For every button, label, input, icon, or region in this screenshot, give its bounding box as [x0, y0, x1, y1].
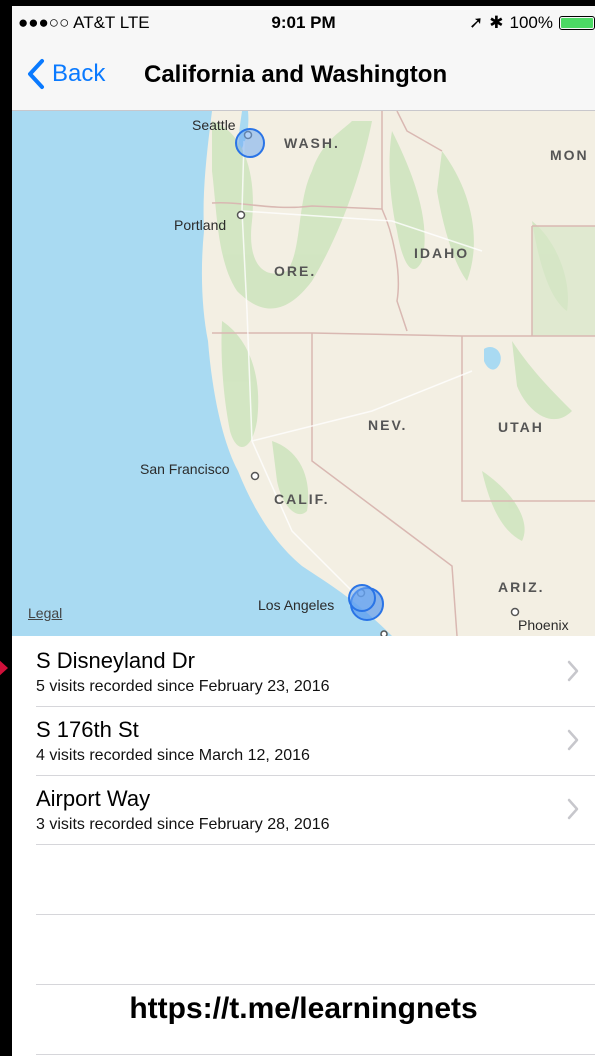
city-label-seattle: Seattle [192, 117, 236, 133]
legal-link[interactable]: Legal [28, 605, 62, 621]
location-title: S 176th St [36, 717, 139, 742]
pointer-marker [0, 650, 8, 686]
back-label: Back [52, 60, 106, 87]
state-label-nevada: NEV. [368, 417, 408, 433]
state-label-california: CALIF. [274, 491, 330, 507]
city-label-portland: Portland [174, 217, 227, 233]
back-button[interactable]: Back [26, 58, 105, 90]
status-bar: ●●●○○ AT&T LTE 9:01 PM ➚ ✱ 100% [12, 6, 595, 42]
watermark-text: https://t.me/learningnets [129, 992, 478, 1025]
state-label-idaho: IDAHO [414, 245, 470, 261]
battery-icon [559, 16, 595, 30]
visit-marker-los-angeles-2 [348, 584, 376, 612]
navigation-bar: Back California and Washington [12, 42, 595, 111]
page-title: California and Washington [144, 61, 448, 88]
state-label-oregon: ORE. [274, 263, 317, 279]
location-subtitle: 5 visits recorded since February 23, 201… [36, 678, 330, 695]
location-subtitle: 4 visits recorded since March 12, 2016 [36, 747, 310, 764]
empty-row [36, 915, 595, 985]
visit-marker-seattle [235, 128, 265, 158]
phone-frame: ●●●○○ AT&T LTE 9:01 PM ➚ ✱ 100% Back Cal… [0, 0, 595, 1056]
chevron-right-icon [567, 798, 579, 820]
map-canvas [12, 111, 595, 636]
empty-row [36, 845, 595, 915]
city-label-san-francisco: San Francisco [140, 461, 230, 477]
state-label-utah: UTAH [498, 419, 544, 435]
list-item[interactable]: Airport Way 3 visits recorded since Febr… [36, 776, 595, 845]
state-label-montana: MON [550, 147, 589, 163]
state-label-washington: WASH. [284, 135, 340, 151]
bluetooth-icon: ✱ [489, 13, 504, 32]
chevron-left-icon [28, 59, 44, 89]
location-title: S Disneyland Dr [36, 648, 195, 673]
list-item[interactable]: S Disneyland Dr 5 visits recorded since … [36, 638, 595, 707]
location-arrow-icon: ➚ [469, 13, 484, 32]
location-subtitle: 3 visits recorded since February 28, 201… [36, 816, 330, 833]
status-right: ➚ ✱ 100% [469, 13, 595, 33]
chevron-right-icon [567, 660, 579, 682]
city-label-los-angeles: Los Angeles [258, 597, 335, 613]
map-view[interactable]: Seattle Portland San Francisco Los Angel… [12, 111, 595, 636]
city-label-phoenix: Phoenix [518, 617, 569, 633]
location-title: Airport Way [36, 786, 151, 811]
list-item[interactable]: S 176th St 4 visits recorded since March… [36, 707, 595, 776]
chevron-right-icon [567, 729, 579, 751]
battery-percent: 100% [509, 13, 553, 32]
state-label-arizona: ARIZ. [498, 579, 545, 595]
